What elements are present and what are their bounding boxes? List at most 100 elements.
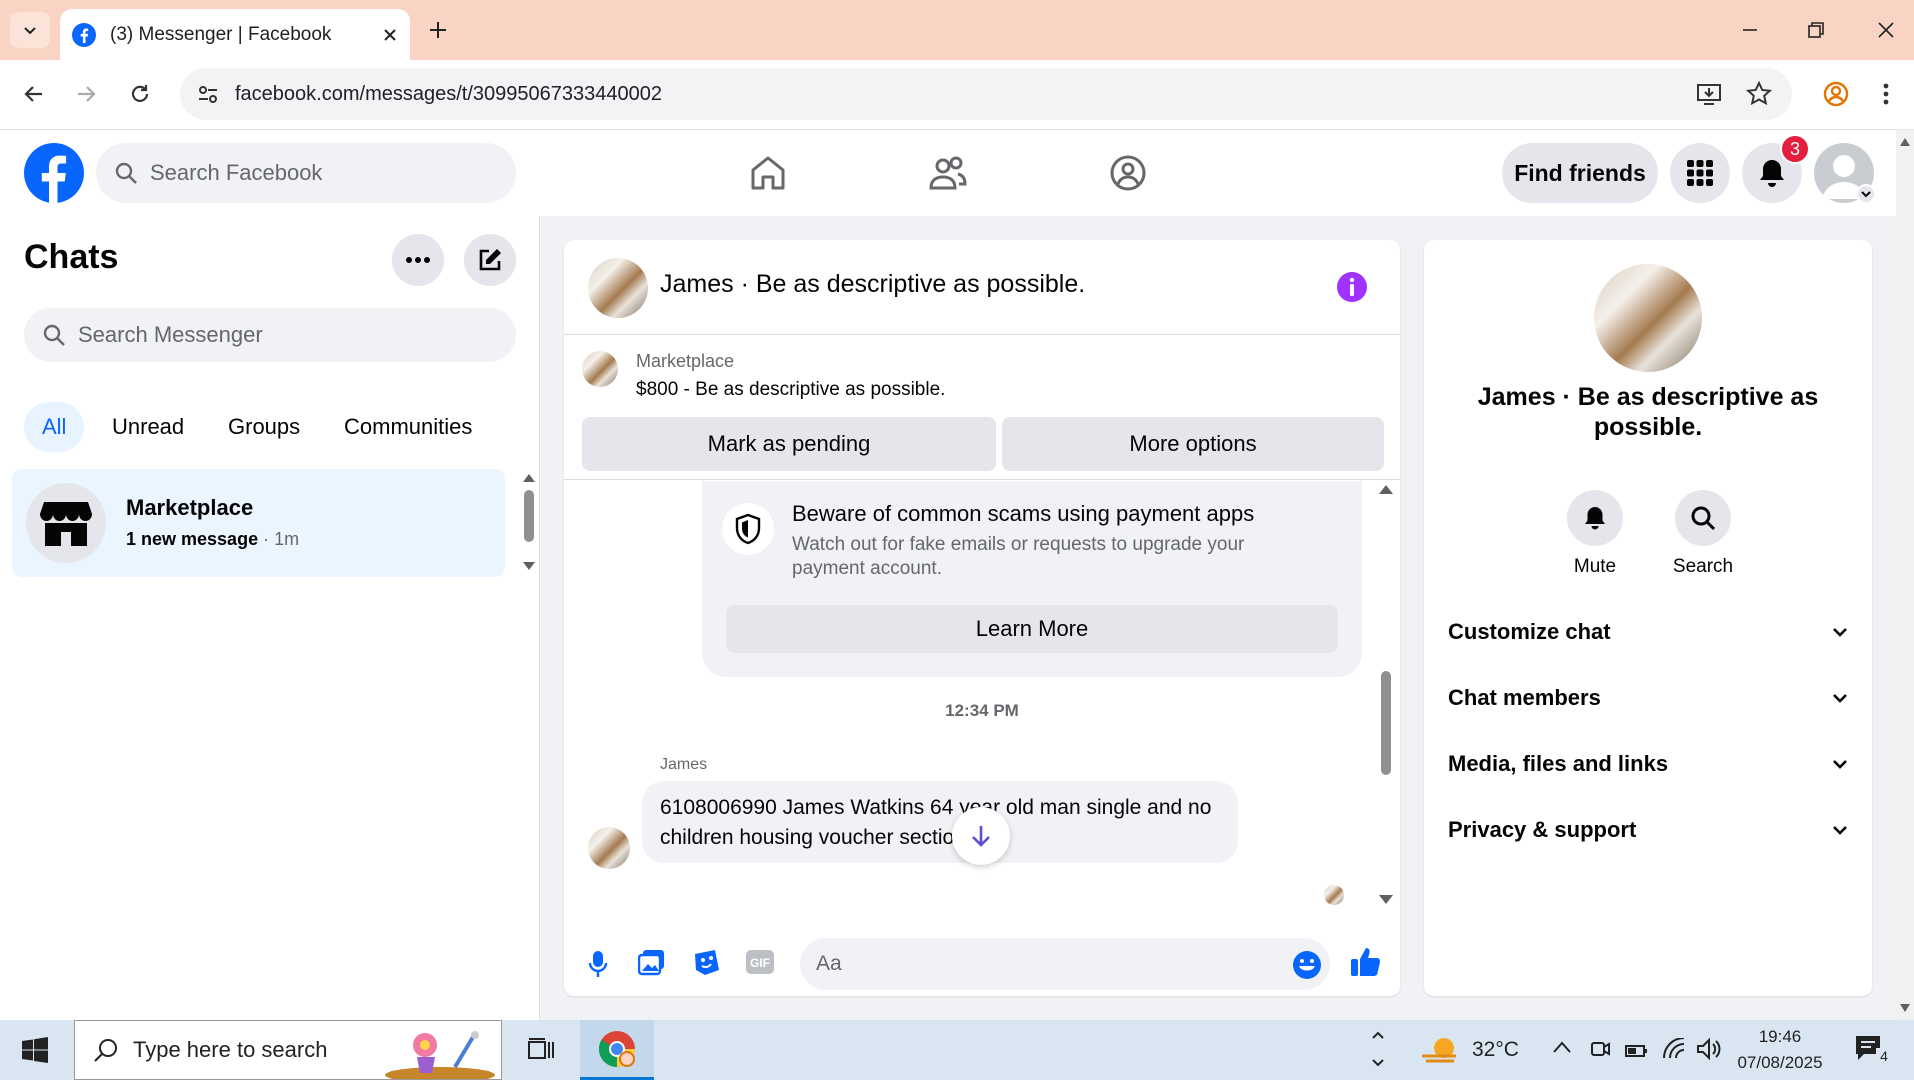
notification-badge: 3 <box>1780 134 1810 164</box>
sticker-icon[interactable] <box>692 948 720 976</box>
reload-button[interactable] <box>120 74 160 114</box>
scroll-up-icon[interactable] <box>523 474 535 482</box>
listing-title[interactable]: $800 - Be as descriptive as possible. <box>636 379 945 401</box>
start-button[interactable] <box>14 1030 56 1070</box>
filter-unread[interactable]: Unread <box>94 402 202 452</box>
scroll-thumb[interactable] <box>524 490 534 542</box>
task-view-button[interactable] <box>520 1030 562 1070</box>
like-thumbs-up-icon[interactable] <box>1350 946 1382 978</box>
restore-icon <box>1808 22 1824 38</box>
bell-icon <box>1760 160 1784 187</box>
minimize-button[interactable] <box>1730 10 1770 50</box>
scroll-to-bottom-button[interactable] <box>952 807 1010 865</box>
kebab-menu-icon <box>1883 83 1889 105</box>
bookmark-star-icon[interactable] <box>1746 81 1772 107</box>
messenger-search-input[interactable]: Search Messenger <box>24 308 516 362</box>
filter-all[interactable]: All <box>24 402 85 452</box>
page-scrollbar[interactable] <box>1896 130 1914 1020</box>
taskbar-search-input[interactable]: Type here to search <box>74 1020 502 1080</box>
wifi-icon[interactable] <box>1662 1038 1686 1060</box>
conversation-name: Marketplace <box>126 495 254 520</box>
microphone-icon[interactable] <box>588 950 608 978</box>
chat-options-button[interactable] <box>392 234 444 286</box>
minimize-icon <box>1743 29 1757 31</box>
listing-thumbnail[interactable] <box>582 351 618 387</box>
scroll-up-icon[interactable] <box>1379 485 1393 494</box>
nav-home[interactable] <box>738 148 798 198</box>
meet-now-icon[interactable] <box>1590 1038 1610 1060</box>
scroll-up-icon[interactable] <box>1900 138 1910 146</box>
sender-avatar[interactable] <box>588 827 630 869</box>
battery-icon[interactable] <box>1624 1040 1648 1060</box>
photo-icon[interactable] <box>638 948 666 976</box>
mark-as-pending-button[interactable]: Mark as pending <box>582 417 996 471</box>
section-media-files-links[interactable]: Media, files and links <box>1448 744 1848 784</box>
thread-scrollbar[interactable] <box>1378 485 1394 909</box>
facebook-search-input[interactable]: Search Facebook <box>96 143 516 203</box>
scroll-thumb[interactable] <box>1381 671 1391 775</box>
chat-avatar[interactable] <box>588 258 648 318</box>
search-in-chat-button[interactable] <box>1675 490 1731 546</box>
search-highlight-garden-icon <box>385 1031 495 1079</box>
mute-action[interactable]: Mute <box>1550 490 1640 578</box>
info-icon[interactable] <box>1336 271 1368 303</box>
scroll-down-icon[interactable] <box>1900 1004 1910 1012</box>
arrow-down-icon <box>972 826 990 847</box>
message-composer: GIF Aa <box>564 926 1400 996</box>
filter-communities[interactable]: Communities <box>326 402 490 452</box>
more-options-button[interactable]: More options <box>1002 417 1384 471</box>
weather-widget[interactable]: 32°C <box>1420 1028 1519 1072</box>
close-window-button[interactable] <box>1866 10 1906 50</box>
nav-groups[interactable] <box>1098 148 1158 198</box>
gif-icon[interactable]: GIF <box>746 950 774 974</box>
scroll-down-icon[interactable] <box>1379 895 1393 904</box>
show-hidden-icons-icon[interactable] <box>1552 1040 1572 1054</box>
section-chat-members[interactable]: Chat members <box>1448 678 1848 718</box>
tab-list-button[interactable] <box>10 12 50 48</box>
browser-menu-button[interactable] <box>1866 74 1906 114</box>
find-friends-button[interactable]: Find friends <box>1502 143 1658 203</box>
scroll-down-icon[interactable] <box>523 562 535 570</box>
new-tab-button[interactable] <box>420 12 456 48</box>
browser-tab[interactable]: (3) Messenger | Facebook <box>60 9 410 60</box>
preview-text: 1 new message <box>126 529 259 549</box>
taskbar-overflow[interactable] <box>1366 1024 1390 1076</box>
taskbar-chrome-app[interactable] <box>580 1020 654 1080</box>
nav-friends[interactable] <box>918 148 978 198</box>
learn-more-button[interactable]: Learn More <box>726 605 1338 653</box>
taskbar-clock[interactable]: 19:46 07/08/2025 <box>1730 1024 1830 1076</box>
search-action[interactable]: Search <box>1658 490 1748 578</box>
facebook-search-placeholder: Search Facebook <box>150 160 323 185</box>
address-bar[interactable]: facebook.com/messages/t/3099506733344000… <box>180 68 1792 120</box>
action-center-button[interactable]: 4 <box>1854 1034 1894 1070</box>
message-input[interactable]: Aa <box>800 938 1330 990</box>
menu-button[interactable] <box>1670 143 1730 203</box>
filter-groups[interactable]: Groups <box>210 402 318 452</box>
contact-avatar[interactable] <box>1594 264 1702 372</box>
facebook-logo-icon[interactable] <box>24 143 84 203</box>
chat-title[interactable]: James · Be as descriptive as possible. <box>660 270 1085 299</box>
mute-button[interactable] <box>1567 490 1623 546</box>
chat-list-scrollbar[interactable] <box>522 474 536 574</box>
new-message-button[interactable] <box>464 234 516 286</box>
volume-icon[interactable] <box>1696 1038 1722 1060</box>
back-button[interactable] <box>14 74 54 114</box>
chevron-up-icon <box>1372 1031 1384 1039</box>
restore-button[interactable] <box>1796 10 1836 50</box>
profile-button[interactable] <box>1816 74 1856 114</box>
clock-time: 19:46 <box>1758 1027 1802 1046</box>
emoji-icon[interactable] <box>1292 950 1322 980</box>
chevron-down-icon <box>1833 628 1847 637</box>
message-bubble[interactable]: 6108006990 James Watkins 64 year old man… <box>642 781 1238 863</box>
section-privacy-support[interactable]: Privacy & support <box>1448 810 1848 850</box>
task-view-icon <box>528 1038 554 1059</box>
arrow-left-icon <box>24 86 42 102</box>
section-customize-chat[interactable]: Customize chat <box>1448 612 1848 652</box>
site-settings-icon[interactable] <box>196 82 220 106</box>
install-app-icon[interactable] <box>1696 82 1722 106</box>
forward-button[interactable] <box>66 74 106 114</box>
account-chevron[interactable] <box>1856 184 1876 204</box>
close-tab-icon[interactable] <box>382 27 398 43</box>
conversation-marketplace[interactable]: Marketplace 1 new message · 1m <box>12 469 505 577</box>
windows-taskbar: Type here to search 32°C 19:46 07/08/202… <box>0 1020 1914 1080</box>
